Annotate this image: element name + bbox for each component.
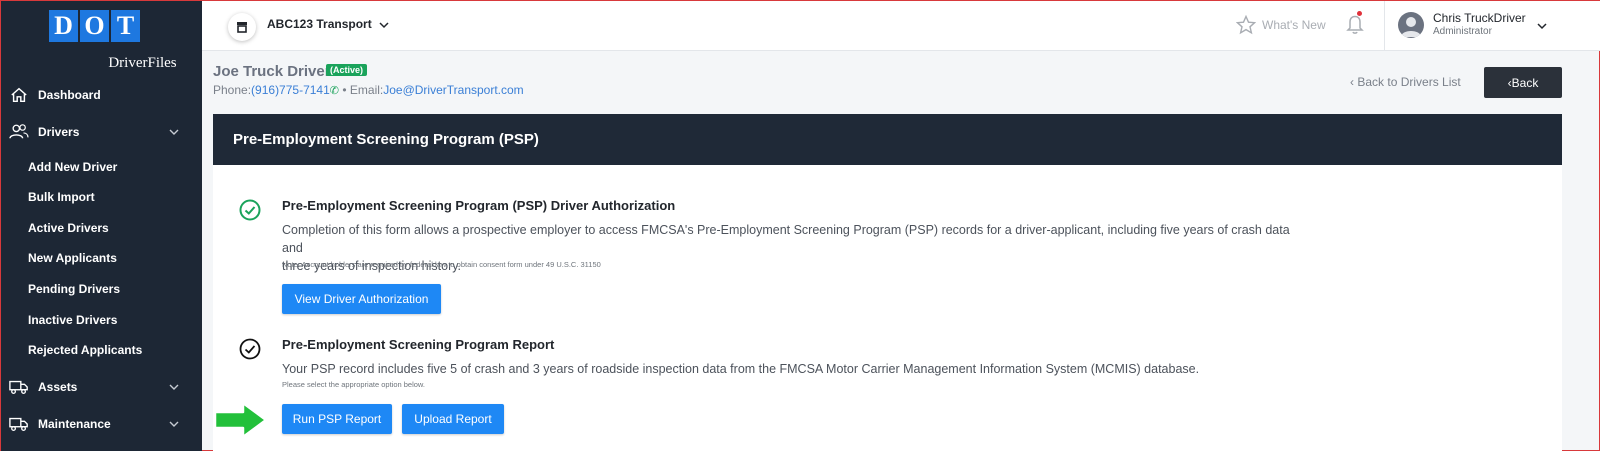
check-circle-icon	[239, 338, 261, 360]
run-psp-report-button[interactable]: Run PSP Report	[282, 404, 392, 434]
chevron-left-icon: ‹	[1350, 75, 1354, 89]
phone-link[interactable]: (916)775-7141	[251, 83, 330, 97]
user-role: Administrator	[1433, 26, 1492, 37]
logo-letter-d: D	[49, 10, 78, 42]
sidebar-item-dashboard[interactable]: Dashboard	[1, 80, 202, 110]
chevron-down-icon[interactable]	[378, 18, 390, 36]
chevron-down-icon	[168, 126, 180, 138]
check-circle-icon	[239, 199, 261, 221]
section-note: Note: Account holders are required by fe…	[282, 260, 601, 269]
email-link[interactable]: Joe@DriverTransport.com	[383, 83, 523, 97]
logo-letter-o: O	[80, 10, 109, 42]
truck-icon	[9, 414, 29, 434]
sidebar: D O T DriverFiles Dashboard Drivers Add …	[1, 1, 202, 451]
sidebar-subitem-active-drivers[interactable]: Active Drivers	[28, 221, 109, 235]
section-title-report: Pre-Employment Screening Program Report	[282, 337, 555, 352]
status-badge: (Active)	[326, 64, 368, 76]
sidebar-item-drivers[interactable]: Drivers	[1, 117, 202, 147]
truck-icon	[9, 377, 29, 397]
email-label: Email:	[349, 83, 384, 97]
logo[interactable]: D O T DriverFiles	[49, 10, 177, 71]
top-bar: ABC123 Transport What's New Chris TruckD…	[202, 1, 1600, 51]
view-driver-authorization-button[interactable]: View Driver Authorization	[282, 284, 441, 314]
bell-icon[interactable]	[1345, 13, 1365, 40]
sidebar-item-label: Drivers	[38, 125, 80, 139]
phone-label: Phone:	[213, 83, 252, 97]
section-title-authorization: Pre-Employment Screening Program (PSP) D…	[282, 198, 676, 213]
chevron-down-icon[interactable]	[1536, 19, 1548, 37]
whats-new-label: What's New	[1262, 18, 1326, 32]
description-line: Completion of this form allows a prospec…	[282, 223, 1290, 255]
sidebar-item-label: Assets	[38, 380, 78, 394]
separator-dot: •	[342, 83, 347, 97]
arrow-right-icon	[213, 401, 268, 439]
upload-report-button[interactable]: Upload Report	[402, 404, 504, 434]
store-icon[interactable]	[228, 13, 256, 41]
driver-contact: Phone:(916)775-7141✆ • Email:Joe@DriverT…	[213, 83, 524, 97]
logo-letter-t: T	[111, 10, 140, 42]
sidebar-item-label: Maintenance	[38, 417, 111, 431]
sidebar-subitem-inactive-drivers[interactable]: Inactive Drivers	[28, 313, 117, 327]
sidebar-subitem-bulk-import[interactable]: Bulk Import	[28, 190, 95, 204]
avatar[interactable]	[1398, 12, 1424, 38]
page-title: Pre-Employment Screening Program (PSP)	[213, 114, 1562, 165]
divider	[1384, 1, 1385, 51]
logo-subtitle: DriverFiles	[108, 55, 177, 71]
sidebar-subitem-new-applicants[interactable]: New Applicants	[28, 251, 117, 265]
psp-card: Pre-Employment Screening Program (PSP) D…	[213, 165, 1562, 451]
company-selector[interactable]: ABC123 Transport	[267, 17, 372, 31]
sidebar-subitem-pending-drivers[interactable]: Pending Drivers	[28, 282, 120, 296]
whats-new-link[interactable]: What's New	[1236, 15, 1326, 35]
sidebar-subitem-add-new-driver[interactable]: Add New Driver	[28, 160, 117, 174]
sidebar-subitem-rejected-applicants[interactable]: Rejected Applicants	[28, 343, 142, 357]
user-name[interactable]: Chris TruckDriver	[1433, 11, 1526, 25]
home-icon	[9, 85, 29, 105]
phone-icon: ✆	[329, 85, 339, 97]
back-button[interactable]: ‹ Back	[1484, 67, 1562, 98]
back-to-drivers-link[interactable]: ‹ Back to Drivers List	[1350, 75, 1461, 89]
notification-dot	[1357, 11, 1362, 16]
back-to-drivers-label: Back to Drivers List	[1357, 75, 1461, 89]
sidebar-item-assets[interactable]: Assets	[1, 372, 202, 402]
users-icon	[9, 122, 29, 142]
chevron-down-icon	[168, 418, 180, 430]
section-note: Please select the appropriate option bel…	[282, 380, 426, 389]
star-icon	[1236, 15, 1256, 35]
section-description: Your PSP record includes five 5 of crash…	[282, 362, 1200, 376]
driver-name: Joe Truck Driver	[213, 63, 331, 80]
sidebar-item-label: Dashboard	[38, 88, 101, 102]
chevron-down-icon	[168, 381, 180, 393]
back-button-label: Back	[1511, 75, 1539, 90]
sidebar-item-maintenance[interactable]: Maintenance	[1, 409, 202, 439]
